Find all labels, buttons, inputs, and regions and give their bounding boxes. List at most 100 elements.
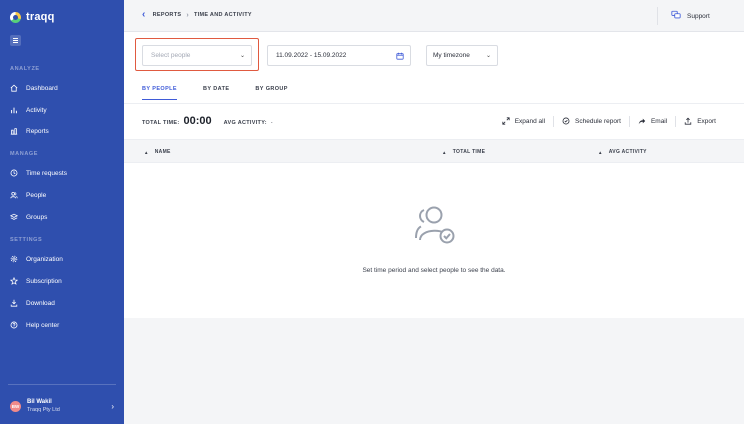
- section-label-settings: SETTINGS: [10, 237, 43, 243]
- user-info: Bil Wakil Traqq Pty Ltd: [27, 399, 105, 413]
- clock-icon: [10, 169, 18, 177]
- sidebar-item-download[interactable]: Download: [10, 296, 116, 310]
- timezone-value: My timezone: [433, 52, 470, 59]
- header-divider: [657, 7, 658, 25]
- user-organization: Traqq Pty Ltd: [27, 407, 60, 413]
- schedule-icon: [562, 117, 570, 127]
- sidebar-item-label: Activity: [26, 106, 47, 114]
- column-header-total-time[interactable]: ▲ TOTAL TIME: [442, 149, 485, 155]
- tab-by-people[interactable]: BY PEOPLE: [142, 86, 177, 100]
- tab-by-group[interactable]: BY GROUP: [255, 86, 287, 100]
- sidebar-item-label: Subscription: [26, 277, 62, 285]
- chevron-right-icon: ›: [111, 401, 114, 411]
- calendar-icon: [396, 52, 404, 60]
- back-chevron-icon[interactable]: ‹: [142, 10, 146, 20]
- sidebar-item-dashboard[interactable]: Dashboard: [10, 81, 116, 95]
- date-range-value: 11.09.2022 - 15.09.2022: [276, 52, 347, 59]
- sort-icon: ▲: [598, 149, 603, 155]
- breadcrumb-reports[interactable]: REPORTS: [153, 12, 182, 18]
- breadcrumb-separator-icon: ›: [186, 11, 189, 19]
- breadcrumb-current: TIME AND ACTIVITY: [193, 12, 252, 18]
- avatar: BW: [10, 400, 21, 412]
- sidebar-item-label: People: [26, 191, 47, 199]
- sidebar-item-activity[interactable]: Activity: [10, 103, 116, 117]
- sidebar-item-label: Groups: [26, 213, 48, 221]
- chevron-down-icon: ⌄: [485, 53, 491, 59]
- sidebar-item-label: Organization: [26, 255, 63, 263]
- upload-icon: [684, 117, 692, 127]
- tab-by-date[interactable]: BY DATE: [203, 86, 229, 100]
- totals-summary: TOTAL TIME: 00:00 AVG ACTIVITY: -: [142, 115, 273, 127]
- avg-activity-label: AVG ACTIVITY:: [223, 120, 267, 126]
- sidebar-item-label: Time requests: [26, 169, 67, 177]
- sidebar: traqq ANALYZE Dashboard Activity Reports…: [0, 0, 124, 424]
- export-label: Export: [697, 118, 716, 125]
- tabs-divider: [124, 103, 744, 104]
- column-label: TOTAL TIME: [452, 149, 486, 155]
- export-button[interactable]: Export: [676, 117, 724, 127]
- total-time-value: 00:00: [183, 115, 212, 127]
- download-icon: [10, 299, 18, 307]
- column-label: AVG ACTIVITY: [608, 149, 647, 155]
- column-header-avg-activity[interactable]: ▲ AVG ACTIVITY: [598, 149, 647, 155]
- chat-icon: [671, 10, 681, 22]
- email-button[interactable]: Email: [630, 117, 675, 127]
- empty-state-message: Set time period and select people to see…: [362, 267, 506, 274]
- sort-icon: ▲: [442, 149, 447, 155]
- sidebar-item-label: Help center: [26, 321, 60, 329]
- app-name: traqq: [26, 11, 55, 23]
- table-header: ▲ NAME ▲ TOTAL TIME ▲ AVG ACTIVITY: [124, 139, 744, 163]
- home-icon: [10, 84, 18, 92]
- users-icon: [10, 191, 18, 199]
- sidebar-item-time-requests[interactable]: Time requests: [10, 166, 116, 180]
- sidebar-item-help-center[interactable]: Help center: [10, 318, 116, 332]
- user-menu[interactable]: BW Bil Wakil Traqq Pty Ltd ›: [10, 396, 114, 416]
- timezone-dropdown[interactable]: My timezone ⌄: [426, 45, 498, 66]
- section-label-manage: MANAGE: [10, 151, 39, 157]
- report-panel: Select people ⌄ 11.09.2022 - 15.09.2022 …: [124, 32, 744, 318]
- empty-state: Set time period and select people to see…: [124, 204, 744, 274]
- expand-all-button[interactable]: Expand all: [494, 116, 553, 127]
- bar-chart-icon: [10, 106, 18, 114]
- avg-activity-value: -: [270, 120, 273, 126]
- reports-icon: [10, 127, 18, 135]
- section-label-analyze: ANALYZE: [10, 66, 40, 72]
- layers-icon: [10, 213, 18, 221]
- expand-all-label: Expand all: [514, 118, 546, 125]
- users-check-icon: [410, 204, 458, 251]
- schedule-report-label: Schedule report: [575, 118, 621, 125]
- sidebar-item-groups[interactable]: Groups: [10, 210, 116, 224]
- schedule-report-button[interactable]: Schedule report: [554, 117, 629, 127]
- select-people-dropdown[interactable]: Select people ⌄: [142, 45, 252, 66]
- top-header: ‹ REPORTS › TIME AND ACTIVITY Support: [124, 0, 744, 32]
- sidebar-item-people[interactable]: People: [10, 188, 116, 202]
- report-tabs: BY PEOPLE BY DATE BY GROUP: [142, 86, 288, 100]
- expand-icon: [502, 116, 510, 127]
- select-people-placeholder: Select people: [151, 52, 191, 59]
- share-arrow-icon: [638, 117, 646, 127]
- date-range-picker[interactable]: 11.09.2022 - 15.09.2022: [267, 45, 411, 66]
- chevron-down-icon: ⌄: [239, 53, 245, 59]
- email-label: Email: [650, 118, 668, 125]
- support-label: Support: [687, 12, 710, 20]
- sidebar-item-label: Download: [26, 299, 55, 307]
- sidebar-item-reports[interactable]: Reports: [10, 124, 116, 138]
- column-header-name[interactable]: ▲ NAME: [144, 149, 171, 155]
- column-label: NAME: [154, 149, 171, 155]
- sort-icon: ▲: [144, 149, 149, 155]
- report-actions: Expand all Schedule report Email Export: [494, 116, 724, 127]
- sidebar-item-label: Dashboard: [26, 84, 58, 92]
- menu-toggle-button[interactable]: [10, 35, 21, 46]
- help-icon: [10, 321, 18, 329]
- sidebar-item-label: Reports: [26, 127, 49, 135]
- logo-icon: [10, 11, 21, 23]
- star-icon: [10, 277, 18, 285]
- sidebar-item-subscription[interactable]: Subscription: [10, 274, 116, 288]
- support-button[interactable]: Support: [671, 10, 710, 22]
- breadcrumb: ‹ REPORTS › TIME AND ACTIVITY: [142, 10, 252, 20]
- gear-icon: [10, 255, 18, 263]
- sidebar-divider: [8, 384, 116, 385]
- sidebar-item-organization[interactable]: Organization: [10, 252, 116, 266]
- app-logo[interactable]: traqq: [10, 11, 55, 23]
- total-time-label: TOTAL TIME:: [142, 120, 180, 126]
